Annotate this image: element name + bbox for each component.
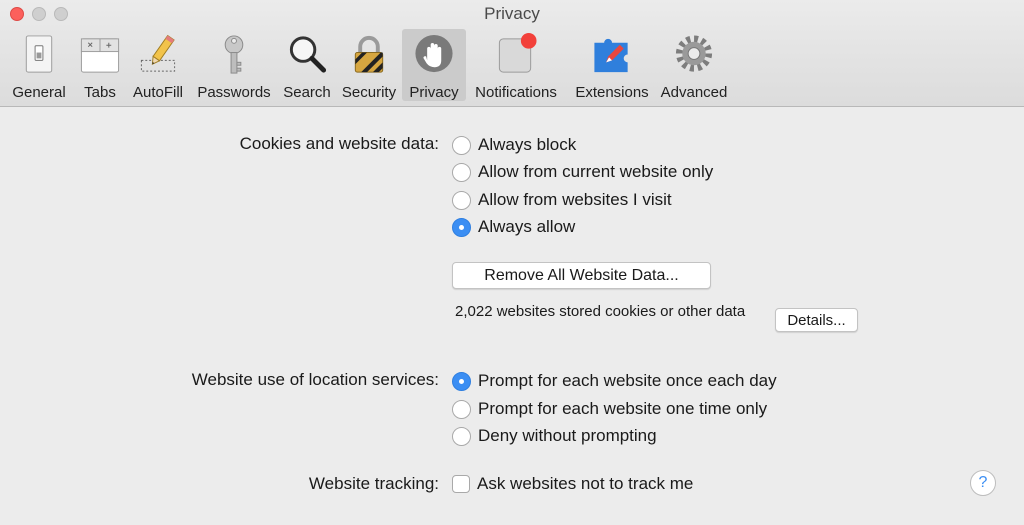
location-option-once-each-day[interactable]: Prompt for each website once each day [452,370,777,392]
tab-passwords[interactable]: Passwords [190,29,278,101]
magnifier-icon [289,36,327,73]
tab-extensions-label: Extensions [575,84,649,101]
option-label: Deny without prompting [478,426,657,445]
location-option-one-time-only[interactable]: Prompt for each website one time only [452,398,767,420]
option-label: Always block [478,135,577,154]
tab-privacy[interactable]: Privacy [402,29,466,101]
tab-general[interactable]: General [4,29,74,101]
notification-badge-icon [498,33,537,73]
radio-button-selected[interactable] [452,217,471,237]
tabs-icon [80,38,120,73]
option-label: Prompt for each website one time only [478,399,768,418]
tab-notifications[interactable]: Notifications [466,29,566,101]
cookies-label: Cookies and website data: [239,134,439,153]
tab-security-label: Security [341,84,397,101]
radio-button[interactable] [452,399,471,419]
cookies-option-always-block[interactable]: Always block [452,134,576,156]
radio-button[interactable] [452,190,471,210]
details-button[interactable]: Details... [775,308,858,332]
cookies-option-current-website[interactable]: Allow from current website only [452,161,713,183]
option-label: Allow from current website only [478,162,714,181]
tab-autofill[interactable]: AutoFill [126,29,190,101]
hand-icon [415,34,453,73]
title-bar: Privacy General Tabs AutoFill Passwords … [0,0,1024,107]
location-option-deny[interactable]: Deny without prompting [452,425,657,447]
help-button[interactable]: ? [970,470,996,496]
padlock-icon [354,35,384,73]
key-icon [224,35,244,74]
checkbox-label: Ask websites not to track me [477,474,694,493]
window-title: Privacy [484,4,540,23]
checkbox[interactable] [452,475,470,493]
tab-security[interactable]: Security [336,29,402,101]
radio-button[interactable] [452,426,471,446]
tab-autofill-label: AutoFill [132,84,184,101]
stored-cookies-text: 2,022 websites stored cookies or other d… [455,303,746,320]
remove-all-website-data-button[interactable]: Remove All Website Data... [452,262,711,289]
tab-search-label: Search [283,84,331,101]
radio-button[interactable] [452,135,471,155]
tab-search[interactable]: Search [278,29,336,101]
do-not-track-option[interactable]: Ask websites not to track me [452,473,693,495]
preferences-toolbar: General Tabs AutoFill Passwords Search S… [4,29,730,101]
option-label: Prompt for each website once each day [478,371,777,390]
tab-general-label: General [12,84,66,101]
tab-privacy-label: Privacy [409,84,459,101]
radio-button[interactable] [452,162,471,182]
tab-advanced[interactable]: Advanced [658,29,730,101]
puzzle-compass-icon [594,38,628,73]
tab-tabs-label: Tabs [84,84,116,101]
website-tracking-label: Website tracking: [308,474,439,493]
location-services-label: Website use of location services: [191,370,439,389]
tab-passwords-label: Passwords [197,84,271,101]
autofill-pencil-icon [140,34,176,72]
tab-notifications-label: Notifications [475,84,557,101]
radio-button-selected[interactable] [452,371,471,391]
cookies-option-always-allow[interactable]: Always allow [452,216,575,238]
option-label: Always allow [478,217,576,236]
tab-advanced-label: Advanced [660,84,728,101]
cookies-option-websites-visited[interactable]: Allow from websites I visit [452,189,672,211]
tab-extensions[interactable]: Extensions [566,29,658,101]
option-label: Allow from websites I visit [478,190,672,209]
general-switch-icon [25,35,53,73]
gear-icon [675,35,713,72]
privacy-pane: Cookies and website data: Always block A… [0,107,1024,525]
tab-tabs[interactable]: Tabs [74,29,126,101]
